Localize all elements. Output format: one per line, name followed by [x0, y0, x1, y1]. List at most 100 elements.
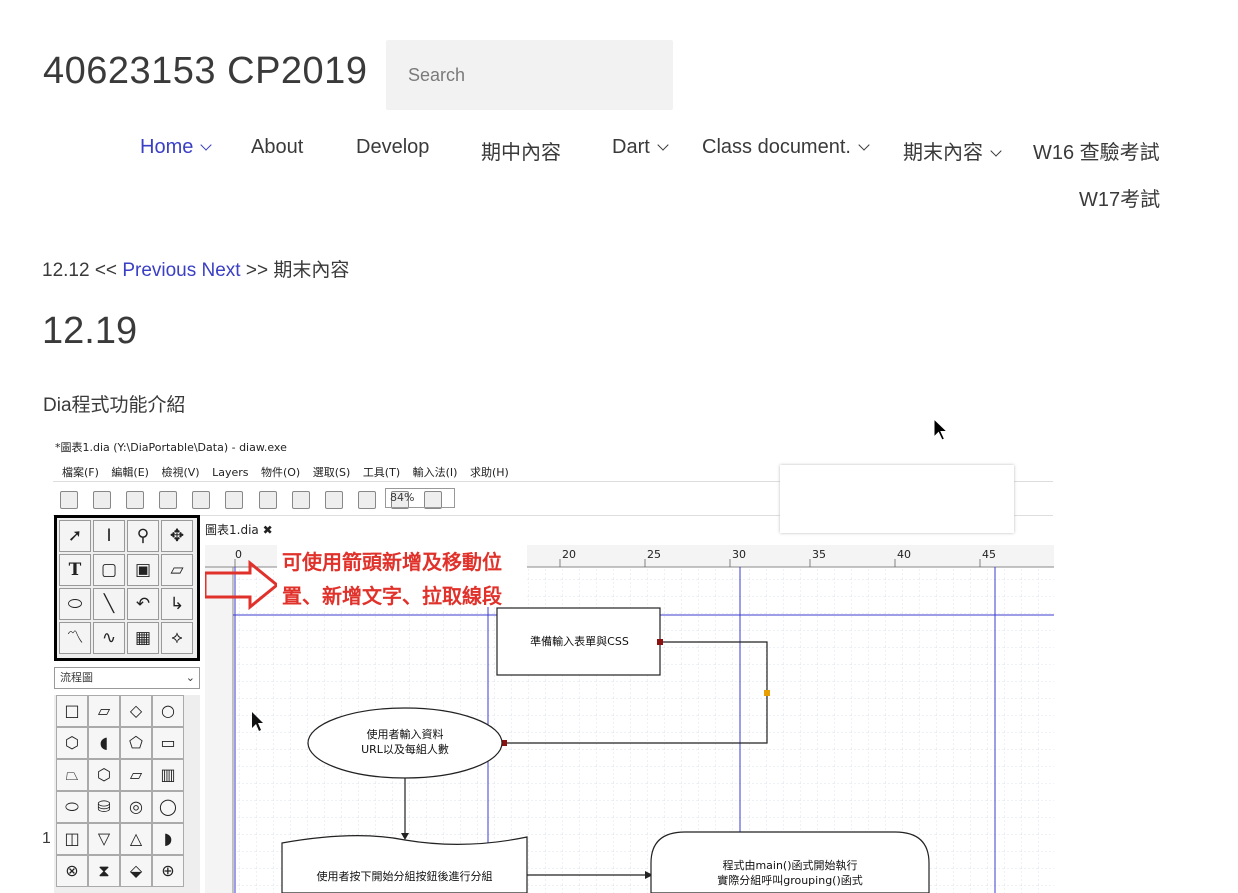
menu-item: 檢視(V): [161, 466, 200, 479]
post-navigation: 12.12 << Previous Next >> 期末內容: [42, 255, 349, 282]
menu-item: Layers: [212, 466, 249, 479]
decision-shape-icon: ◇: [120, 695, 152, 727]
predefined-shape-icon: ▥: [152, 759, 184, 791]
polyline-tool-icon: 〽: [59, 622, 91, 654]
text-tool-icon: T: [59, 554, 91, 586]
nav-item-w17[interactable]: W17考試: [1079, 183, 1160, 212]
terminal-label-line: 實際分組呼叫grouping()函式: [717, 874, 863, 887]
image-tool-icon: ▦: [127, 622, 159, 654]
open-folder-icon: [93, 491, 112, 509]
sequential-shape-icon: ◯: [152, 791, 184, 823]
process-shape-icon: □: [56, 695, 88, 727]
magnifier-tool-icon: ⚲: [127, 520, 159, 552]
nav-item-about[interactable]: About: [251, 136, 303, 159]
intro-paragraph: Dia程式功能介紹: [43, 395, 186, 416]
outline-tool-icon: ⟡: [161, 622, 193, 654]
annotation-text: 可使用箭頭新增及移動位: [282, 550, 502, 574]
manual-input-shape-icon: ⏥: [120, 759, 152, 791]
direct-access-shape-icon: ◎: [120, 791, 152, 823]
nav-label: Class document.: [702, 136, 851, 158]
nav-item-midterm[interactable]: 期中內容: [481, 136, 561, 165]
diagram-tab: 圖表1.dia ✖: [205, 521, 273, 538]
extract-shape-icon: △: [120, 823, 152, 855]
nav-label: Home: [140, 136, 194, 158]
move-tool-icon: ✥: [161, 520, 193, 552]
cut-icon: [291, 491, 310, 509]
menu-item: 物件(O): [260, 466, 301, 479]
breadcrumb-suffix: >> 期末內容: [245, 260, 350, 281]
shape-palette: □ ▱ ◇ ○ ⬡ ◖ ⬠ ▭ ⏢ ⬡ ⏥ ▥ ⬭ ⛁ ◎ ◯ ◫ ▽ △ ◗ …: [54, 695, 200, 893]
box-tool-icon: ▢: [93, 554, 125, 586]
delay-shape-icon: ◗: [152, 823, 184, 855]
nav-label: W17考試: [1079, 189, 1161, 211]
loop-shape-icon: ⬡: [88, 759, 120, 791]
nav-label: 期末內容: [903, 142, 983, 164]
or-shape-icon: ⊕: [152, 855, 184, 887]
ruler-label: 20: [562, 548, 576, 561]
next-link[interactable]: Next: [202, 260, 241, 281]
sheet-select: 流程圖 ⌄: [54, 667, 200, 689]
nav-item-dart[interactable]: Dart: [612, 136, 669, 159]
process-box-label: 準備輸入表單與CSS: [530, 635, 629, 648]
nav-item-develop[interactable]: Develop: [356, 136, 429, 159]
ruler-label: 40: [897, 548, 911, 561]
menu-item: 求助(H): [469, 466, 509, 479]
line-tool-icon: ╲: [93, 588, 125, 620]
chevron-down-icon: [200, 139, 213, 151]
stored-data-shape-icon: ◖: [88, 727, 120, 759]
zoom-select: 84%: [385, 488, 455, 508]
nav-label: Develop: [356, 136, 430, 158]
summing-junction-shape-icon: ⊗: [56, 855, 88, 887]
database-shape-icon: ⛁: [88, 791, 120, 823]
offpage-shape-icon: ⬠: [120, 727, 152, 759]
polygon-tool-icon: ▱: [161, 554, 193, 586]
previous-link[interactable]: Previous: [122, 260, 196, 281]
annotation-text: 置、新增文字、拉取線段: [282, 584, 502, 608]
data-shape-icon: ▱: [88, 695, 120, 727]
bezier-tool-icon: ∿: [93, 622, 125, 654]
ruler-label: 25: [647, 548, 661, 561]
merge-shape-icon: ▽: [88, 823, 120, 855]
site-title[interactable]: 40623153 CP2019: [43, 50, 367, 93]
terminal-label: 程式由main()函式開始執行 實際分組呼叫grouping()函式: [650, 858, 930, 888]
zoom-in-icon: [357, 491, 376, 509]
dia-screenshot-image: *圖表1.dia (Y:\DiaPortable\Data) - diaw.ex…: [50, 433, 1054, 893]
beziergon-tool-icon: ⬭: [59, 588, 91, 620]
nav-item-home[interactable]: Home: [140, 136, 213, 159]
preparation-shape-icon: ⬡: [56, 727, 88, 759]
nav-label: 期中內容: [481, 142, 561, 164]
ellipse-tool-icon: ▣: [127, 554, 159, 586]
mouse-cursor-icon: [933, 418, 949, 441]
nav-label: Dart: [612, 136, 650, 158]
ruler-label: 0: [235, 548, 242, 561]
terminal-label-line: 程式由main()函式開始執行: [722, 859, 858, 872]
toolbox: ➚ I ⚲ ✥ T ▢ ▣ ▱ ⬭ ╲ ↶ ↳ 〽 ∿ ▦ ⟡: [54, 515, 200, 661]
document-label: 使用者按下開始分組按鈕後進行分組: [316, 870, 493, 883]
chevron-down-icon: [657, 139, 669, 151]
ruler-label: 35: [812, 548, 826, 561]
arc-tool-icon: ↶: [127, 588, 159, 620]
pointer-tool-icon: ➚: [59, 520, 91, 552]
copy-icon: [258, 491, 277, 509]
menu-item: 工具(T): [362, 466, 401, 479]
vertical-ruler: [205, 567, 233, 893]
zigzag-tool-icon: ↳: [161, 588, 193, 620]
tab-label: 圖表1.dia: [205, 523, 259, 537]
nav-item-class-document[interactable]: Class document.: [702, 136, 870, 159]
chevron-down-icon: ⌄: [185, 671, 195, 684]
window-title: *圖表1.dia (Y:\DiaPortable\Data) - diaw.ex…: [55, 441, 287, 454]
search-input[interactable]: [386, 40, 673, 110]
connector-shape-icon: ○: [152, 695, 184, 727]
menu-item: 輸入法(I): [412, 466, 458, 479]
terminal-shape-icon: ⬭: [56, 791, 88, 823]
document-shape: [281, 835, 528, 893]
nav-item-final[interactable]: 期末內容: [903, 136, 1002, 165]
print-icon: [225, 491, 244, 509]
menu-item: 編輯(E): [111, 466, 149, 479]
ellipse-label: 使用者輸入資料 URL以及每組人數: [308, 727, 502, 757]
text-cursor-tool-icon: I: [93, 520, 125, 552]
chevron-down-icon: [990, 145, 1002, 157]
display-shape-icon: ▭: [152, 727, 184, 759]
nav-item-w16[interactable]: W16 查驗考試: [1033, 136, 1160, 165]
sheet-label: 流程圖: [60, 671, 93, 684]
